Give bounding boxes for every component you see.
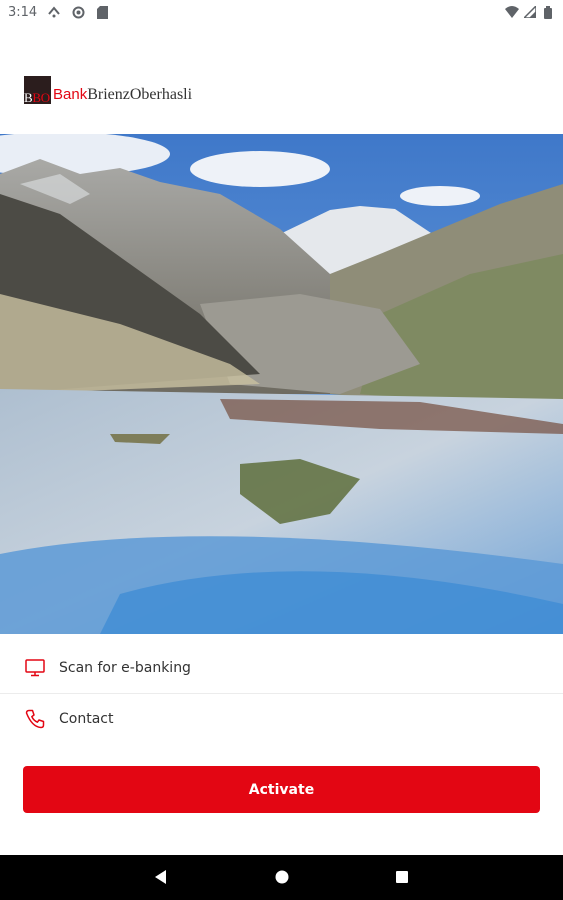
battery-icon xyxy=(541,5,555,19)
menu-item-label: Scan for e-banking xyxy=(59,660,191,676)
menu-item-label: Contact xyxy=(59,711,114,727)
app-screen: 3:14 BBO BankBrienzOberhasli Scan for e-… xyxy=(0,0,563,900)
monitor-icon xyxy=(24,657,46,679)
status-left: 3:14 xyxy=(8,5,109,20)
bank-logo: BBO BankBrienzOberhasli xyxy=(24,74,192,104)
system-navigation-bar xyxy=(0,855,563,900)
menu-item-scan-ebanking[interactable]: Scan for e-banking xyxy=(0,642,563,694)
back-icon[interactable] xyxy=(151,867,171,887)
status-bar: 3:14 xyxy=(0,0,563,24)
home-icon[interactable] xyxy=(272,867,292,887)
status-right xyxy=(505,5,555,19)
wifi-icon xyxy=(505,5,519,19)
menu-item-contact[interactable]: Contact xyxy=(0,693,563,745)
logo-wordmark: BankBrienzOberhasli xyxy=(53,87,192,103)
logo-mark-red: BO xyxy=(32,90,50,105)
logo-mark-text: BBO xyxy=(24,91,50,104)
hero-landscape-image xyxy=(0,134,563,634)
phone-icon xyxy=(24,708,46,730)
logo-word-name: BrienzOberhasli xyxy=(87,86,193,103)
network-activity-icon xyxy=(47,5,61,19)
activate-button[interactable]: Activate xyxy=(23,766,540,813)
status-time: 3:14 xyxy=(8,4,38,20)
logo-mark: BBO xyxy=(24,76,51,104)
logo-word-bank: Bank xyxy=(53,86,88,103)
recents-icon[interactable] xyxy=(392,867,412,887)
cell-signal-icon xyxy=(523,5,537,19)
sd-card-icon xyxy=(95,5,109,19)
sync-icon xyxy=(71,5,85,19)
